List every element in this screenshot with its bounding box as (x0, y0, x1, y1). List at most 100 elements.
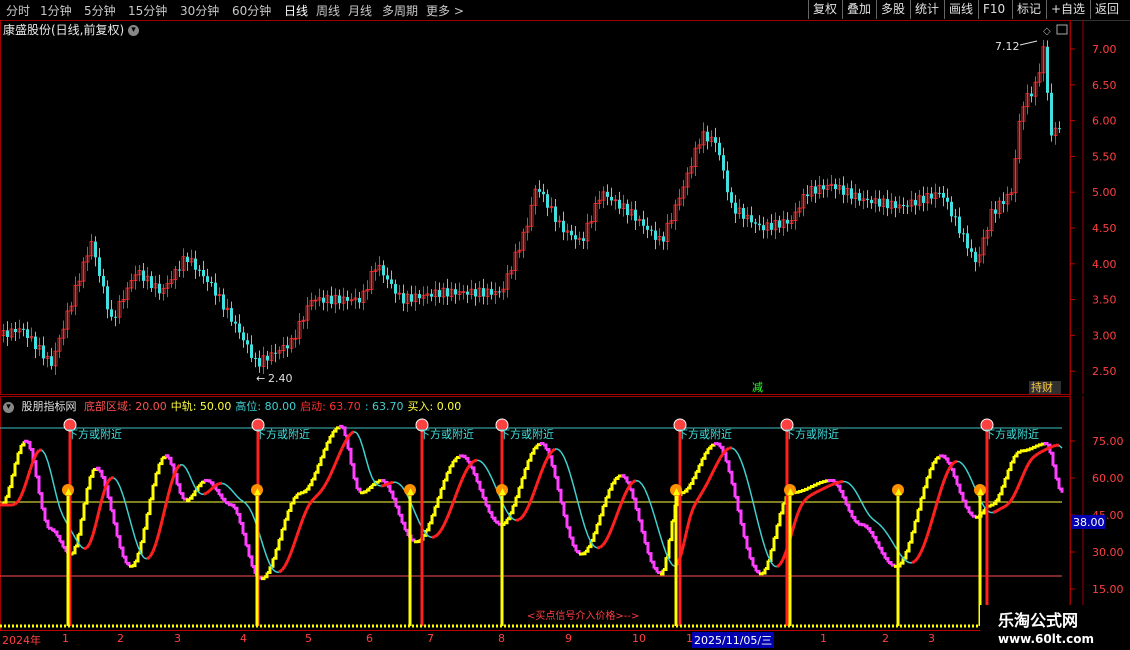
fast-line-segment (366, 487, 371, 492)
candle-body (814, 186, 817, 194)
slow-line-segment (463, 466, 470, 474)
slow-line-segment (148, 550, 155, 558)
candle-body (26, 329, 29, 338)
indicator-title[interactable]: ▾ 股朋指标网 底部区域: 20.00 中轨: 50.00 高位: 80.00 启动:… (3, 398, 469, 414)
candle-body (266, 355, 269, 361)
candle-body (950, 201, 953, 217)
candle-body (966, 233, 969, 249)
fast-line-segment (357, 487, 362, 493)
slow-line-segment (1030, 454, 1037, 460)
fast-line-segment (777, 512, 782, 527)
candle-body (186, 256, 189, 263)
slow-line-segment (685, 516, 692, 530)
slow-line-segment (160, 508, 167, 522)
fast-line-segment (1032, 445, 1037, 449)
slow-line-segment (316, 490, 323, 496)
fast-line-segment (210, 481, 215, 487)
indicator-param: 高位: 80.00 (235, 400, 297, 413)
candle-body (574, 235, 577, 240)
fast-line-segment (120, 546, 125, 558)
annotation-text: 下方或附近 (677, 427, 732, 441)
slow-line-segment (529, 491, 536, 501)
slow-line-segment (778, 558, 785, 566)
fast-line-segment (528, 453, 533, 462)
month-label: 10 (632, 632, 646, 645)
slow-line-segment (16, 495, 23, 503)
slow-line-segment (337, 447, 344, 456)
slow-line-segment (41, 449, 46, 455)
slow-line-segment (340, 441, 347, 450)
fast-line-segment (108, 496, 113, 511)
fast-line-segment (891, 563, 896, 567)
fast-line-segment (453, 457, 458, 463)
fast-line-segment (480, 488, 485, 499)
slow-line-segment (802, 497, 809, 503)
slow-line-segment (890, 539, 895, 545)
slow-line-segment (857, 495, 862, 502)
fast-line-segment (630, 488, 635, 499)
candle-body (650, 229, 653, 231)
slow-line-segment (776, 563, 781, 569)
fast-line-segment (396, 505, 401, 516)
slow-line-segment (619, 496, 626, 505)
slow-line-segment (88, 534, 95, 544)
up-arrow-icon: ▲ (977, 487, 984, 497)
candle-body (394, 283, 397, 294)
slow-line-segment (863, 506, 868, 513)
slow-line-segment (899, 553, 904, 559)
low-price-label: 2.40 (268, 372, 293, 385)
slow-line-segment (796, 505, 803, 514)
slow-line-segment (616, 503, 623, 513)
fast-line-segment (390, 490, 395, 500)
indicator-param: 启动: 63.70 (300, 400, 361, 413)
month-label: 3 (174, 632, 181, 645)
slow-line-segment (188, 473, 193, 482)
fast-line-segment (780, 503, 785, 515)
candle-body (14, 328, 17, 332)
slow-line-segment (758, 526, 763, 538)
fast-line-segment (711, 443, 716, 447)
candle-body (402, 293, 405, 304)
fast-line-segment (57, 534, 62, 542)
candle-body (258, 358, 261, 367)
slow-line-segment (1012, 488, 1019, 497)
candle-body (438, 290, 441, 297)
chart-canvas[interactable]: ◇ 7.12 ← 2.40 减 持财 7.00 6.50 6.00 5.50 5.00 4… (0, 0, 1130, 650)
slow-line-segment (106, 476, 113, 483)
fast-line-segment (48, 526, 53, 530)
fast-line-segment (771, 537, 776, 552)
indicator-tick-label: 30.00 (1092, 546, 1124, 559)
fast-line-segment (639, 519, 644, 533)
price-tick-label: 2.50 (1092, 365, 1117, 378)
slow-line-segment (845, 481, 850, 484)
candle-body (94, 241, 97, 258)
fast-line-segment (717, 442, 722, 448)
fast-line-segment (813, 483, 818, 487)
slow-line-segment (71, 531, 76, 538)
candle-body (210, 282, 213, 284)
candle-body (922, 195, 925, 203)
slow-line-segment (431, 535, 436, 539)
fast-line-segment (309, 479, 314, 487)
chevron-down-icon[interactable]: ▾ (3, 401, 14, 413)
slow-line-segment (389, 480, 394, 485)
slow-line-segment (734, 449, 739, 455)
candle-body (418, 294, 421, 299)
slow-line-segment (697, 491, 704, 499)
fast-line-segment (765, 560, 770, 570)
fast-line-segment (510, 505, 515, 515)
candle-body (1046, 46, 1049, 93)
fast-line-segment (417, 539, 422, 543)
slow-line-segment (752, 501, 757, 515)
slow-line-segment (635, 479, 640, 483)
slow-line-segment (292, 535, 299, 545)
candle-body (570, 230, 573, 236)
candle-body (386, 275, 389, 280)
candlestick-series (1, 40, 1061, 375)
slow-line-segment (715, 457, 722, 465)
fast-line-segment (216, 488, 221, 496)
candle-body (158, 283, 161, 294)
fast-line-segment (606, 489, 611, 499)
fast-line-segment (690, 477, 695, 485)
indicator-param: 中轨: 50.00 (170, 400, 232, 413)
